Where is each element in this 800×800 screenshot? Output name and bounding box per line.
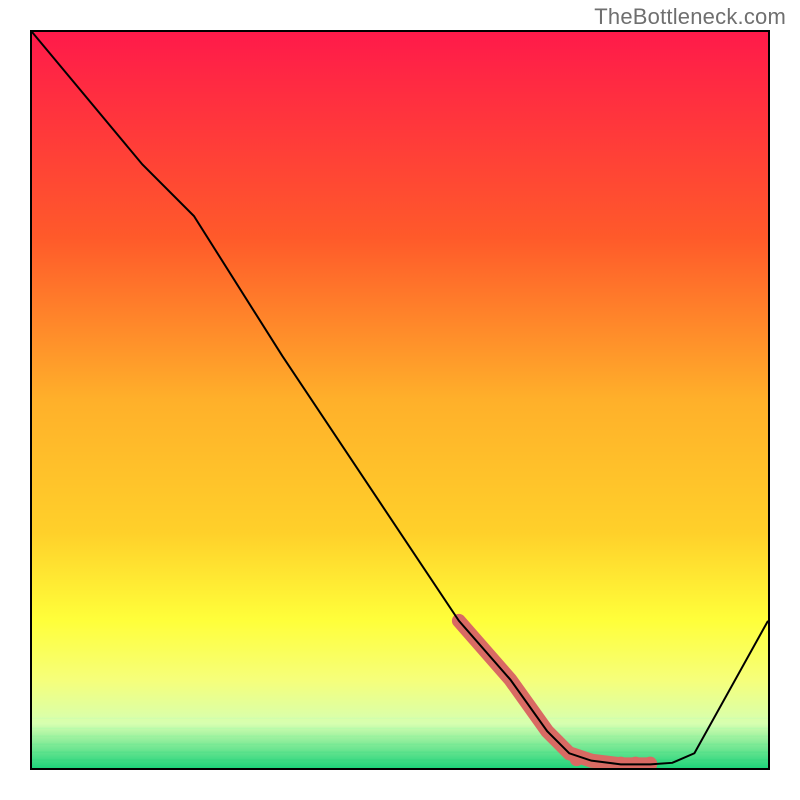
chart-frame: TheBottleneck.com (0, 0, 800, 800)
main-curve (32, 32, 768, 764)
curve-layer (32, 32, 768, 768)
highlight-segment (459, 621, 650, 765)
watermark-text: TheBottleneck.com (594, 4, 786, 30)
plot-area (30, 30, 770, 770)
